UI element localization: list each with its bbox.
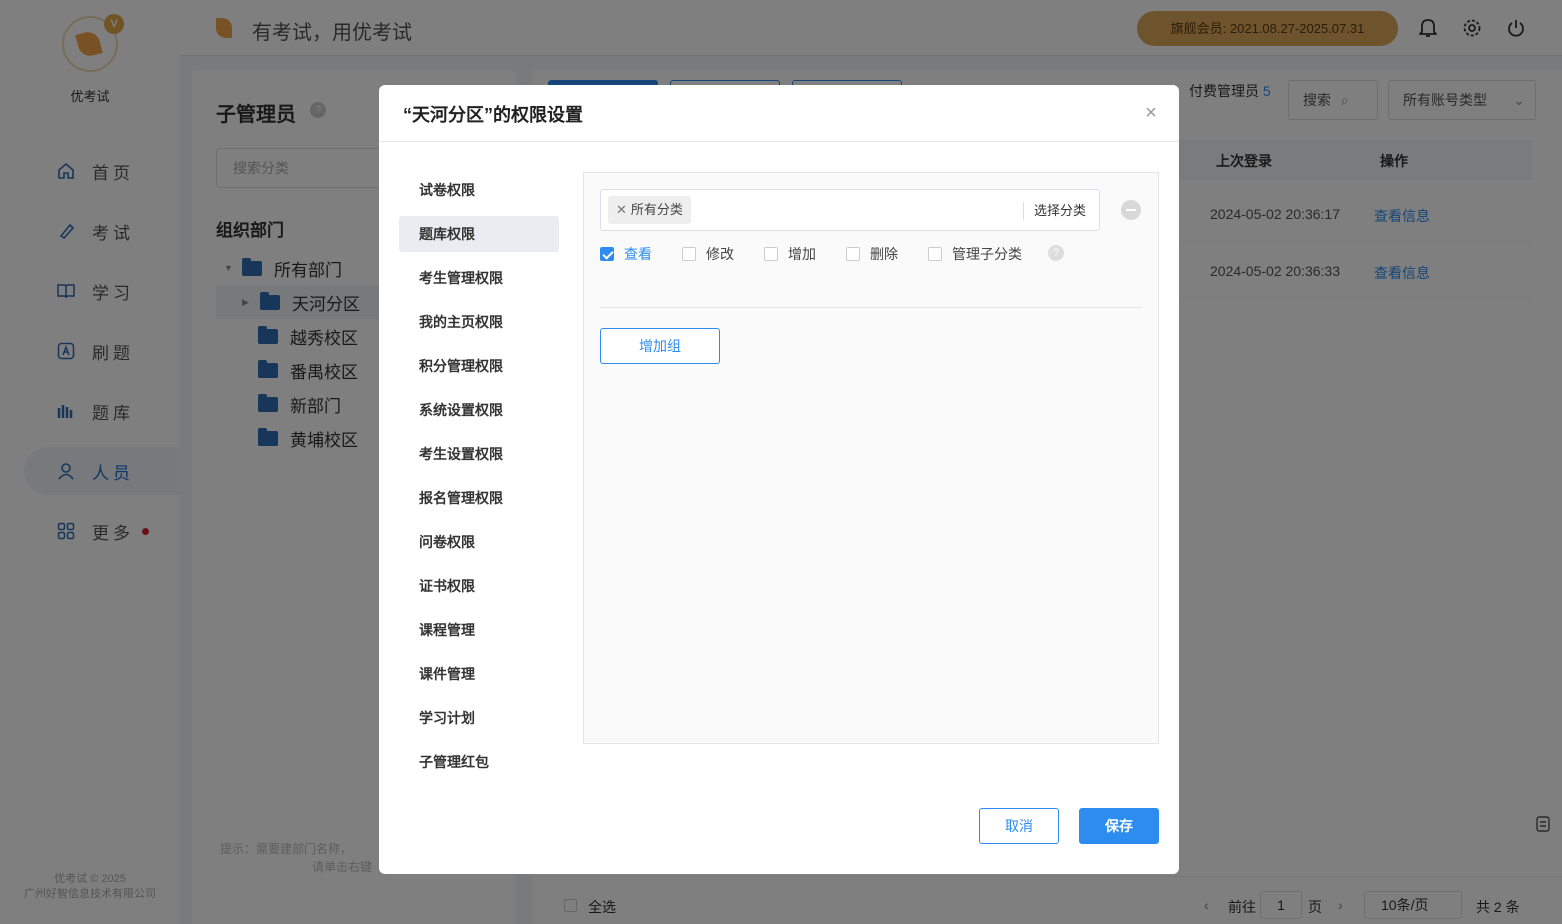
permission-delete[interactable]: 删除 [846,245,898,263]
permission-dialog: “天河分区”的权限设置 × 试卷权限 题库权限 考生管理权限 我的主页权限 积分… [379,85,1179,874]
save-button[interactable]: 保存 [1079,808,1159,844]
close-icon[interactable]: ✕ [616,202,627,217]
checkbox[interactable] [600,247,614,261]
tab-paper-permission[interactable]: 试卷权限 [399,172,559,208]
remove-group-icon[interactable] [1121,200,1141,220]
permission-edit[interactable]: 修改 [682,245,734,263]
checkbox-label: 管理子分类 [952,246,1022,262]
tab-certificate-permission[interactable]: 证书权限 [399,568,559,604]
add-group-button[interactable]: 增加组 [600,328,720,364]
category-tag: ✕ 所有分类 [608,196,691,224]
tab-registration-management[interactable]: 报名管理权限 [399,480,559,516]
checkbox-label: 删除 [870,246,898,262]
checkbox[interactable] [846,247,860,261]
permission-view[interactable]: 查看 [600,245,652,263]
tag-label: 所有分类 [630,202,683,217]
help-icon[interactable]: ? [1048,245,1064,261]
checkbox-label: 查看 [624,246,652,262]
checkbox[interactable] [764,247,778,261]
cancel-button[interactable]: 取消 [979,808,1059,844]
checkbox-label: 修改 [706,246,734,262]
tab-homepage-permission[interactable]: 我的主页权限 [399,304,559,340]
close-icon[interactable]: × [1141,103,1161,123]
permission-group: ✕ 所有分类 选择分类 查看 修改 增加 删除 管理子分类 ? 增加组 [583,172,1159,744]
permission-add[interactable]: 增加 [764,245,816,263]
tab-system-settings[interactable]: 系统设置权限 [399,392,559,428]
checkbox[interactable] [928,247,942,261]
divider [379,141,1179,142]
checkbox-label: 增加 [788,246,816,262]
divider [600,307,1142,308]
tab-points-management[interactable]: 积分管理权限 [399,348,559,384]
tab-courseware-management[interactable]: 课件管理 [399,656,559,692]
tab-question-bank-permission[interactable]: 题库权限 [399,216,559,252]
permission-manage-subcategory[interactable]: 管理子分类 [928,245,1022,263]
tab-survey-permission[interactable]: 问卷权限 [399,524,559,560]
tab-examinee-management[interactable]: 考生管理权限 [399,260,559,296]
dialog-title: “天河分区”的权限设置 [403,105,583,125]
choose-category-button[interactable]: 选择分类 [1023,202,1086,220]
tab-course-management[interactable]: 课程管理 [399,612,559,648]
category-select[interactable]: ✕ 所有分类 选择分类 [600,189,1100,231]
tab-examinee-settings[interactable]: 考生设置权限 [399,436,559,472]
checkbox[interactable] [682,247,696,261]
tab-sub-admin-redpacket[interactable]: 子管理红包 [399,744,559,780]
tab-study-plan[interactable]: 学习计划 [399,700,559,736]
